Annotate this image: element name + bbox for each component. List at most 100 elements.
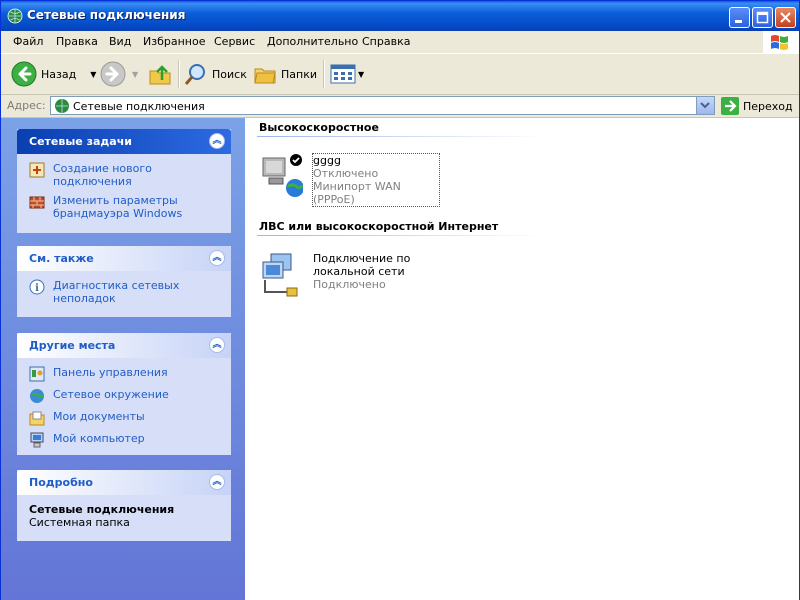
close-button[interactable] — [775, 7, 796, 28]
link-network-diagnostics[interactable]: i Диагностика сетевых неполадок — [29, 279, 221, 305]
connection-name: Подключение по локальной сети — [313, 252, 411, 278]
connection-status: Подключено — [313, 278, 386, 291]
details-type: Системная папка — [29, 516, 130, 529]
connection-gggg[interactable]: gggg Отключено Минипорт WAN (PPPoE) — [259, 153, 440, 207]
menu-tools[interactable]: Сервис — [214, 35, 255, 48]
connection-name: gggg — [313, 154, 341, 167]
my-computer-icon — [30, 432, 44, 448]
panel-title: Другие места — [29, 339, 116, 352]
link-network-places[interactable]: Сетевое окружение — [29, 388, 221, 404]
views-icon — [330, 64, 356, 84]
windows-flag-icon — [771, 35, 788, 50]
link-my-documents[interactable]: Мои документы — [29, 410, 221, 426]
back-button[interactable]: Назад ▼ — [11, 58, 96, 90]
title-bar[interactable]: Сетевые подключения — [1, 1, 799, 31]
forward-dropdown-icon[interactable]: ▼ — [132, 70, 138, 79]
maximize-button[interactable] — [752, 7, 773, 28]
link-label: Панель управления — [53, 366, 168, 379]
collapse-icon[interactable]: ︽ — [209, 474, 225, 490]
menu-view[interactable]: Вид — [109, 35, 131, 48]
link-label: Мои документы — [53, 410, 145, 423]
content-area: Высокоскоростное gggg Отключено Минипорт… — [245, 118, 799, 600]
standard-toolbar: Назад ▼ ▼ Поиск Папки ▼ — [1, 54, 799, 95]
broadband-connection-icon — [262, 154, 303, 197]
connection-text: Подключение по локальной сети Подключено — [313, 252, 473, 291]
menu-advanced[interactable]: Дополнительно — [267, 35, 358, 48]
see-also-panel: См. также ︽ i Диагностика сетевых непола… — [17, 246, 231, 317]
go-label: Переход — [743, 99, 793, 113]
task-label: Изменить параметры брандмауэра Windows — [53, 194, 183, 220]
maximize-icon — [756, 11, 769, 24]
other-places-panel: Другие места ︽ Панель управления Сетевое… — [17, 333, 231, 455]
link-my-computer[interactable]: Мой компьютер — [29, 432, 221, 448]
back-dropdown-icon[interactable]: ▼ — [90, 70, 96, 79]
task-new-connection[interactable]: Создание нового подключения — [29, 162, 221, 188]
panel-header[interactable]: Другие места ︽ — [17, 333, 231, 358]
window-title: Сетевые подключения — [27, 8, 186, 22]
back-label: Назад — [41, 67, 77, 81]
panel-title: См. также — [29, 252, 94, 265]
folders-label: Папки — [281, 67, 317, 81]
forward-button[interactable]: ▼ — [100, 58, 138, 90]
details-panel: Подробно ︽ Сетевые подключения Системная… — [17, 470, 231, 541]
search-button[interactable]: Поиск — [184, 58, 247, 90]
connection-text: gggg Отключено Минипорт WAN (PPPoE) — [312, 153, 440, 207]
network-tasks-panel: Сетевые задачи ︽ Создание нового подключ… — [17, 129, 231, 233]
address-value: Сетевые подключения — [73, 100, 205, 113]
task-firewall-settings[interactable]: Изменить параметры брандмауэра Windows — [29, 194, 221, 220]
chevron-down-icon — [700, 102, 710, 109]
forward-arrow-icon — [100, 61, 126, 87]
network-connections-icon — [55, 99, 69, 113]
toolbar-separator — [323, 60, 325, 88]
panel-body: i Диагностика сетевых неполадок — [17, 271, 231, 319]
address-dropdown-button[interactable] — [696, 97, 714, 114]
panel-header[interactable]: См. также ︽ — [17, 246, 231, 271]
close-icon — [780, 12, 791, 23]
explorer-window: Сетевые подключения Файл Правка Вид Избр… — [0, 0, 800, 600]
menu-edit[interactable]: Правка — [56, 35, 98, 48]
panel-body: Панель управления Сетевое окружение Мои … — [17, 358, 231, 462]
link-label: Мой компьютер — [53, 432, 145, 445]
menu-file[interactable]: Файл — [13, 35, 43, 48]
panel-header[interactable]: Сетевые задачи ︽ — [17, 129, 231, 154]
views-dropdown-icon: ▼ — [358, 69, 365, 79]
my-documents-icon — [29, 411, 45, 426]
menu-favorites[interactable]: Избранное — [143, 35, 205, 48]
task-pane: Сетевые задачи ︽ Создание нового подключ… — [1, 118, 245, 600]
connection-local-area[interactable]: Подключение по локальной сети Подключено — [259, 252, 479, 298]
group-header-broadband: Высокоскоростное — [259, 121, 379, 134]
go-arrow-icon — [721, 97, 739, 115]
panel-title: Подробно — [29, 476, 93, 489]
svg-text:i: i — [35, 283, 39, 294]
minimize-button[interactable] — [729, 7, 750, 28]
search-icon — [184, 64, 205, 85]
minimize-icon — [735, 20, 742, 23]
collapse-icon[interactable]: ︽ — [209, 133, 225, 149]
connection-device: Минипорт WAN (PPPoE) — [313, 180, 401, 206]
panel-body: Сетевые подключения Системная папка — [17, 495, 231, 537]
link-control-panel[interactable]: Панель управления — [29, 366, 221, 382]
folder-up-icon — [149, 65, 171, 85]
menu-bar: Файл Правка Вид Избранное Сервис Дополни… — [1, 31, 799, 54]
address-label: Адрес: — [7, 99, 46, 112]
connection-status: Отключено — [313, 167, 379, 180]
network-connections-icon — [7, 8, 23, 24]
go-button[interactable]: Переход — [721, 97, 793, 115]
collapse-icon[interactable]: ︽ — [209, 250, 225, 266]
collapse-icon[interactable]: ︽ — [209, 337, 225, 353]
menu-help[interactable]: Справка — [362, 35, 410, 48]
windows-logo — [763, 31, 799, 53]
panel-header[interactable]: Подробно ︽ — [17, 470, 231, 495]
link-label: Сетевое окружение — [53, 388, 169, 401]
control-panel-icon — [29, 366, 45, 382]
search-label: Поиск — [212, 67, 247, 81]
views-button[interactable]: ▼ — [330, 58, 364, 90]
address-bar: Адрес: Сетевые подключения Переход — [1, 95, 799, 118]
up-folder-button[interactable] — [148, 58, 172, 90]
folders-icon — [254, 68, 276, 84]
folders-button[interactable]: Папки — [253, 58, 317, 90]
panel-title: Сетевые задачи — [29, 135, 132, 148]
group-header-lan: ЛВС или высокоскоростной Интернет — [259, 220, 499, 233]
address-input[interactable]: Сетевые подключения — [50, 96, 715, 115]
panel-body: Создание нового подключения Изменить пар… — [17, 154, 231, 234]
